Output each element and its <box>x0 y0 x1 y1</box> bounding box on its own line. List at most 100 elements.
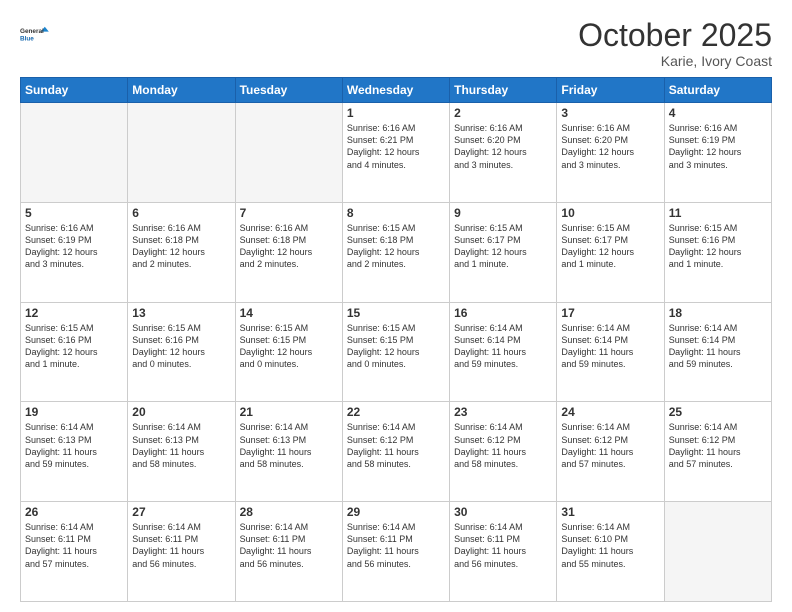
cell-info: Sunrise: 6:14 AM Sunset: 6:12 PM Dayligh… <box>347 421 445 470</box>
cell-1-1 <box>21 103 128 203</box>
cell-5-1: 26Sunrise: 6:14 AM Sunset: 6:11 PM Dayli… <box>21 502 128 602</box>
cell-4-2: 20 Sunrise: 6:14 AM Sunset: 6:13 PM Dayli… <box>128 402 235 502</box>
cell-2-6: 10Sunrise: 6:15 AM Sunset: 6:17 PM Dayli… <box>557 202 664 302</box>
cell-3-7: 18 Sunrise: 6:14 AM Sunset: 6:14 PM Dayli… <box>664 302 771 402</box>
cell-info: Sunrise: 6:16 AM Sunset: 6:18 PM Dayligh… <box>240 222 338 271</box>
cell-1-3 <box>235 103 342 203</box>
cell-info: Sunrise: 6:14 AM Sunset: 6:11 PM Dayligh… <box>454 521 552 570</box>
day-number: 17 <box>561 306 659 320</box>
col-thursday: Thursday <box>450 78 557 103</box>
cell-2-7: 11Sunrise: 6:15 AM Sunset: 6:16 PM Dayli… <box>664 202 771 302</box>
cell-info: Sunrise: 6:14 AM Sunset: 6:14 PM Dayligh… <box>454 322 552 371</box>
day-number: 9 <box>454 206 552 220</box>
day-number: 14 <box>240 306 338 320</box>
cell-info: Sunrise: 6:14 AM Sunset: 6:13 PM Dayligh… <box>25 421 123 470</box>
cell-2-5: 9 Sunrise: 6:15 AM Sunset: 6:17 PM Daylig… <box>450 202 557 302</box>
cell-info: Sunrise: 6:14 AM Sunset: 6:12 PM Dayligh… <box>561 421 659 470</box>
day-number: 30 <box>454 505 552 519</box>
logo-icon: GeneralBlue <box>20 18 52 50</box>
cell-2-1: 5 Sunrise: 6:16 AM Sunset: 6:19 PM Daylig… <box>21 202 128 302</box>
cell-info: Sunrise: 6:15 AM Sunset: 6:17 PM Dayligh… <box>561 222 659 271</box>
week-row-5: 26Sunrise: 6:14 AM Sunset: 6:11 PM Dayli… <box>21 502 772 602</box>
cell-5-6: 31Sunrise: 6:14 AM Sunset: 6:10 PM Dayli… <box>557 502 664 602</box>
day-number: 21 <box>240 405 338 419</box>
cell-3-4: 15Sunrise: 6:15 AM Sunset: 6:15 PM Dayli… <box>342 302 449 402</box>
cell-3-3: 14Sunrise: 6:15 AM Sunset: 6:15 PM Dayli… <box>235 302 342 402</box>
cell-info: Sunrise: 6:14 AM Sunset: 6:12 PM Dayligh… <box>669 421 767 470</box>
cell-5-7 <box>664 502 771 602</box>
day-number: 1 <box>347 106 445 120</box>
col-friday: Friday <box>557 78 664 103</box>
col-wednesday: Wednesday <box>342 78 449 103</box>
cell-info: Sunrise: 6:14 AM Sunset: 6:12 PM Dayligh… <box>454 421 552 470</box>
cell-info: Sunrise: 6:14 AM Sunset: 6:10 PM Dayligh… <box>561 521 659 570</box>
day-number: 29 <box>347 505 445 519</box>
cell-2-3: 7 Sunrise: 6:16 AM Sunset: 6:18 PM Daylig… <box>235 202 342 302</box>
cell-info: Sunrise: 6:16 AM Sunset: 6:20 PM Dayligh… <box>454 122 552 171</box>
cell-info: Sunrise: 6:14 AM Sunset: 6:11 PM Dayligh… <box>347 521 445 570</box>
day-number: 27 <box>132 505 230 519</box>
day-number: 2 <box>454 106 552 120</box>
day-number: 6 <box>132 206 230 220</box>
day-number: 22 <box>347 405 445 419</box>
day-number: 28 <box>240 505 338 519</box>
svg-text:General: General <box>20 28 44 35</box>
day-number: 18 <box>669 306 767 320</box>
cell-info: Sunrise: 6:15 AM Sunset: 6:15 PM Dayligh… <box>347 322 445 371</box>
cell-4-6: 24 Sunrise: 6:14 AM Sunset: 6:12 PM Dayli… <box>557 402 664 502</box>
day-number: 20 <box>132 405 230 419</box>
cell-1-5: 2 Sunrise: 6:16 AM Sunset: 6:20 PM Daylig… <box>450 103 557 203</box>
cell-1-4: 1 Sunrise: 6:16 AM Sunset: 6:21 PM Daylig… <box>342 103 449 203</box>
col-monday: Monday <box>128 78 235 103</box>
cell-3-1: 12 Sunrise: 6:15 AM Sunset: 6:16 PM Dayli… <box>21 302 128 402</box>
cell-info: Sunrise: 6:14 AM Sunset: 6:11 PM Dayligh… <box>240 521 338 570</box>
cell-3-2: 13 Sunrise: 6:15 AM Sunset: 6:16 PM Dayli… <box>128 302 235 402</box>
day-number: 19 <box>25 405 123 419</box>
header: GeneralBlue October 2025 Karie, Ivory Co… <box>20 18 772 69</box>
week-row-2: 5 Sunrise: 6:16 AM Sunset: 6:19 PM Daylig… <box>21 202 772 302</box>
day-number: 24 <box>561 405 659 419</box>
cell-info: Sunrise: 6:14 AM Sunset: 6:13 PM Dayligh… <box>240 421 338 470</box>
cell-info: Sunrise: 6:14 AM Sunset: 6:14 PM Dayligh… <box>669 322 767 371</box>
cell-info: Sunrise: 6:15 AM Sunset: 6:16 PM Dayligh… <box>132 322 230 371</box>
week-row-1: 1 Sunrise: 6:16 AM Sunset: 6:21 PM Daylig… <box>21 103 772 203</box>
cell-2-2: 6 Sunrise: 6:16 AM Sunset: 6:18 PM Daylig… <box>128 202 235 302</box>
svg-text:Blue: Blue <box>20 35 34 42</box>
calendar-table: Sunday Monday Tuesday Wednesday Thursday… <box>20 77 772 602</box>
day-number: 16 <box>454 306 552 320</box>
cell-4-4: 22 Sunrise: 6:14 AM Sunset: 6:12 PM Dayli… <box>342 402 449 502</box>
cell-3-6: 17 Sunrise: 6:14 AM Sunset: 6:14 PM Dayli… <box>557 302 664 402</box>
calendar-header-row: Sunday Monday Tuesday Wednesday Thursday… <box>21 78 772 103</box>
cell-5-3: 28 Sunrise: 6:14 AM Sunset: 6:11 PM Dayli… <box>235 502 342 602</box>
day-number: 8 <box>347 206 445 220</box>
cell-4-3: 21 Sunrise: 6:14 AM Sunset: 6:13 PM Dayli… <box>235 402 342 502</box>
week-row-3: 12 Sunrise: 6:15 AM Sunset: 6:16 PM Dayli… <box>21 302 772 402</box>
cell-1-7: 4 Sunrise: 6:16 AM Sunset: 6:19 PM Daylig… <box>664 103 771 203</box>
cell-1-6: 3Sunrise: 6:16 AM Sunset: 6:20 PM Daylig… <box>557 103 664 203</box>
cell-info: Sunrise: 6:14 AM Sunset: 6:14 PM Dayligh… <box>561 322 659 371</box>
cell-info: Sunrise: 6:15 AM Sunset: 6:16 PM Dayligh… <box>25 322 123 371</box>
title-block: October 2025 Karie, Ivory Coast <box>578 18 772 69</box>
cell-4-7: 25 Sunrise: 6:14 AM Sunset: 6:12 PM Dayli… <box>664 402 771 502</box>
day-number: 25 <box>669 405 767 419</box>
cell-info: Sunrise: 6:16 AM Sunset: 6:21 PM Dayligh… <box>347 122 445 171</box>
cell-3-5: 16 Sunrise: 6:14 AM Sunset: 6:14 PM Dayli… <box>450 302 557 402</box>
day-number: 11 <box>669 206 767 220</box>
cell-info: Sunrise: 6:15 AM Sunset: 6:17 PM Dayligh… <box>454 222 552 271</box>
cell-5-5: 30 Sunrise: 6:14 AM Sunset: 6:11 PM Dayli… <box>450 502 557 602</box>
location: Karie, Ivory Coast <box>578 53 772 69</box>
day-number: 13 <box>132 306 230 320</box>
cell-2-4: 8Sunrise: 6:15 AM Sunset: 6:18 PM Daylig… <box>342 202 449 302</box>
cell-info: Sunrise: 6:16 AM Sunset: 6:19 PM Dayligh… <box>669 122 767 171</box>
day-number: 4 <box>669 106 767 120</box>
cell-info: Sunrise: 6:14 AM Sunset: 6:13 PM Dayligh… <box>132 421 230 470</box>
cell-info: Sunrise: 6:14 AM Sunset: 6:11 PM Dayligh… <box>132 521 230 570</box>
day-number: 5 <box>25 206 123 220</box>
cell-4-1: 19 Sunrise: 6:14 AM Sunset: 6:13 PM Dayli… <box>21 402 128 502</box>
cell-info: Sunrise: 6:16 AM Sunset: 6:18 PM Dayligh… <box>132 222 230 271</box>
day-number: 12 <box>25 306 123 320</box>
cell-5-4: 29 Sunrise: 6:14 AM Sunset: 6:11 PM Dayli… <box>342 502 449 602</box>
cell-info: Sunrise: 6:16 AM Sunset: 6:19 PM Dayligh… <box>25 222 123 271</box>
day-number: 7 <box>240 206 338 220</box>
day-number: 3 <box>561 106 659 120</box>
